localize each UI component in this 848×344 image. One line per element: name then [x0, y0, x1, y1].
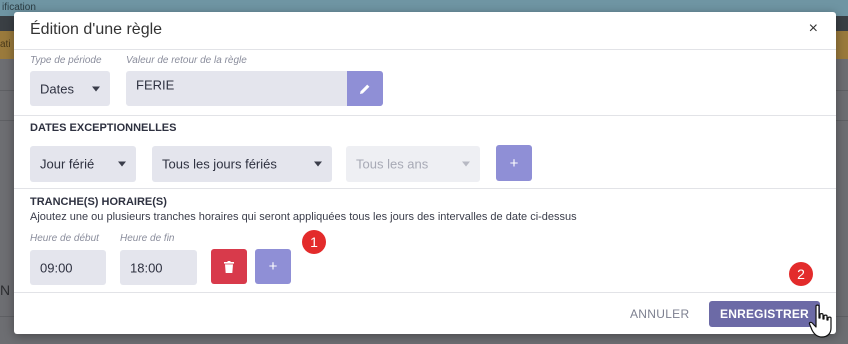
background-warning-text: ati — [0, 39, 11, 50]
step-badge-1: 1 — [302, 230, 326, 254]
section-divider — [14, 188, 836, 189]
years-placeholder: Tous les ans — [356, 156, 429, 172]
start-time-value: 09:00 — [40, 260, 73, 275]
start-time-label: Heure de début — [30, 233, 99, 244]
hand-cursor-icon — [808, 304, 832, 338]
end-time-value: 18:00 — [130, 260, 163, 275]
pencil-icon — [360, 84, 370, 94]
section-divider — [14, 115, 836, 116]
chevron-down-icon — [314, 161, 322, 167]
chevron-down-icon — [92, 86, 100, 91]
return-value-text: FERIE — [136, 77, 175, 93]
add-slot-button[interactable]: + — [255, 249, 291, 284]
delete-slot-button[interactable] — [211, 249, 247, 284]
return-value-field[interactable]: FERIE — [126, 71, 347, 106]
exception-kind-select[interactable]: Jour férié — [30, 146, 136, 182]
trash-icon — [224, 260, 234, 273]
chevron-down-icon — [462, 161, 470, 167]
holidays-value: Tous les jours fériés — [162, 156, 277, 172]
cancel-button[interactable]: ANNULER — [630, 307, 689, 321]
end-time-label: Heure de fin — [120, 233, 175, 244]
years-select: Tous les ans — [346, 146, 480, 182]
period-type-value: Dates — [40, 81, 74, 96]
step-badge-2: 2 — [789, 262, 813, 286]
close-icon[interactable]: × — [809, 20, 818, 38]
background-letter: N — [0, 282, 11, 298]
period-type-select[interactable]: Dates — [30, 71, 110, 106]
exceptional-dates-title: DATES EXCEPTIONNELLES — [30, 122, 177, 134]
time-slots-title: TRANCHE(S) HORAIRE(S) — [30, 196, 167, 208]
footer-divider — [14, 292, 836, 293]
return-value-label: Valeur de retour de la règle — [126, 55, 247, 66]
header-divider — [14, 49, 836, 50]
start-time-input[interactable]: 09:00 — [30, 250, 106, 285]
edit-return-value-button[interactable] — [347, 71, 383, 106]
rule-edit-modal: Édition d'une règle × Type de période Da… — [14, 12, 836, 334]
end-time-input[interactable]: 18:00 — [120, 250, 197, 285]
time-slots-description: Ajoutez une ou plusieurs tranches horair… — [30, 211, 577, 223]
chevron-down-icon — [118, 161, 126, 167]
exception-kind-value: Jour férié — [40, 156, 95, 172]
modal-title: Édition d'une règle — [30, 21, 163, 38]
holidays-select[interactable]: Tous les jours fériés — [152, 146, 332, 182]
period-type-label: Type de période — [30, 55, 102, 66]
save-button[interactable]: ENREGISTRER — [709, 301, 820, 327]
add-exception-button[interactable]: + — [496, 145, 532, 181]
